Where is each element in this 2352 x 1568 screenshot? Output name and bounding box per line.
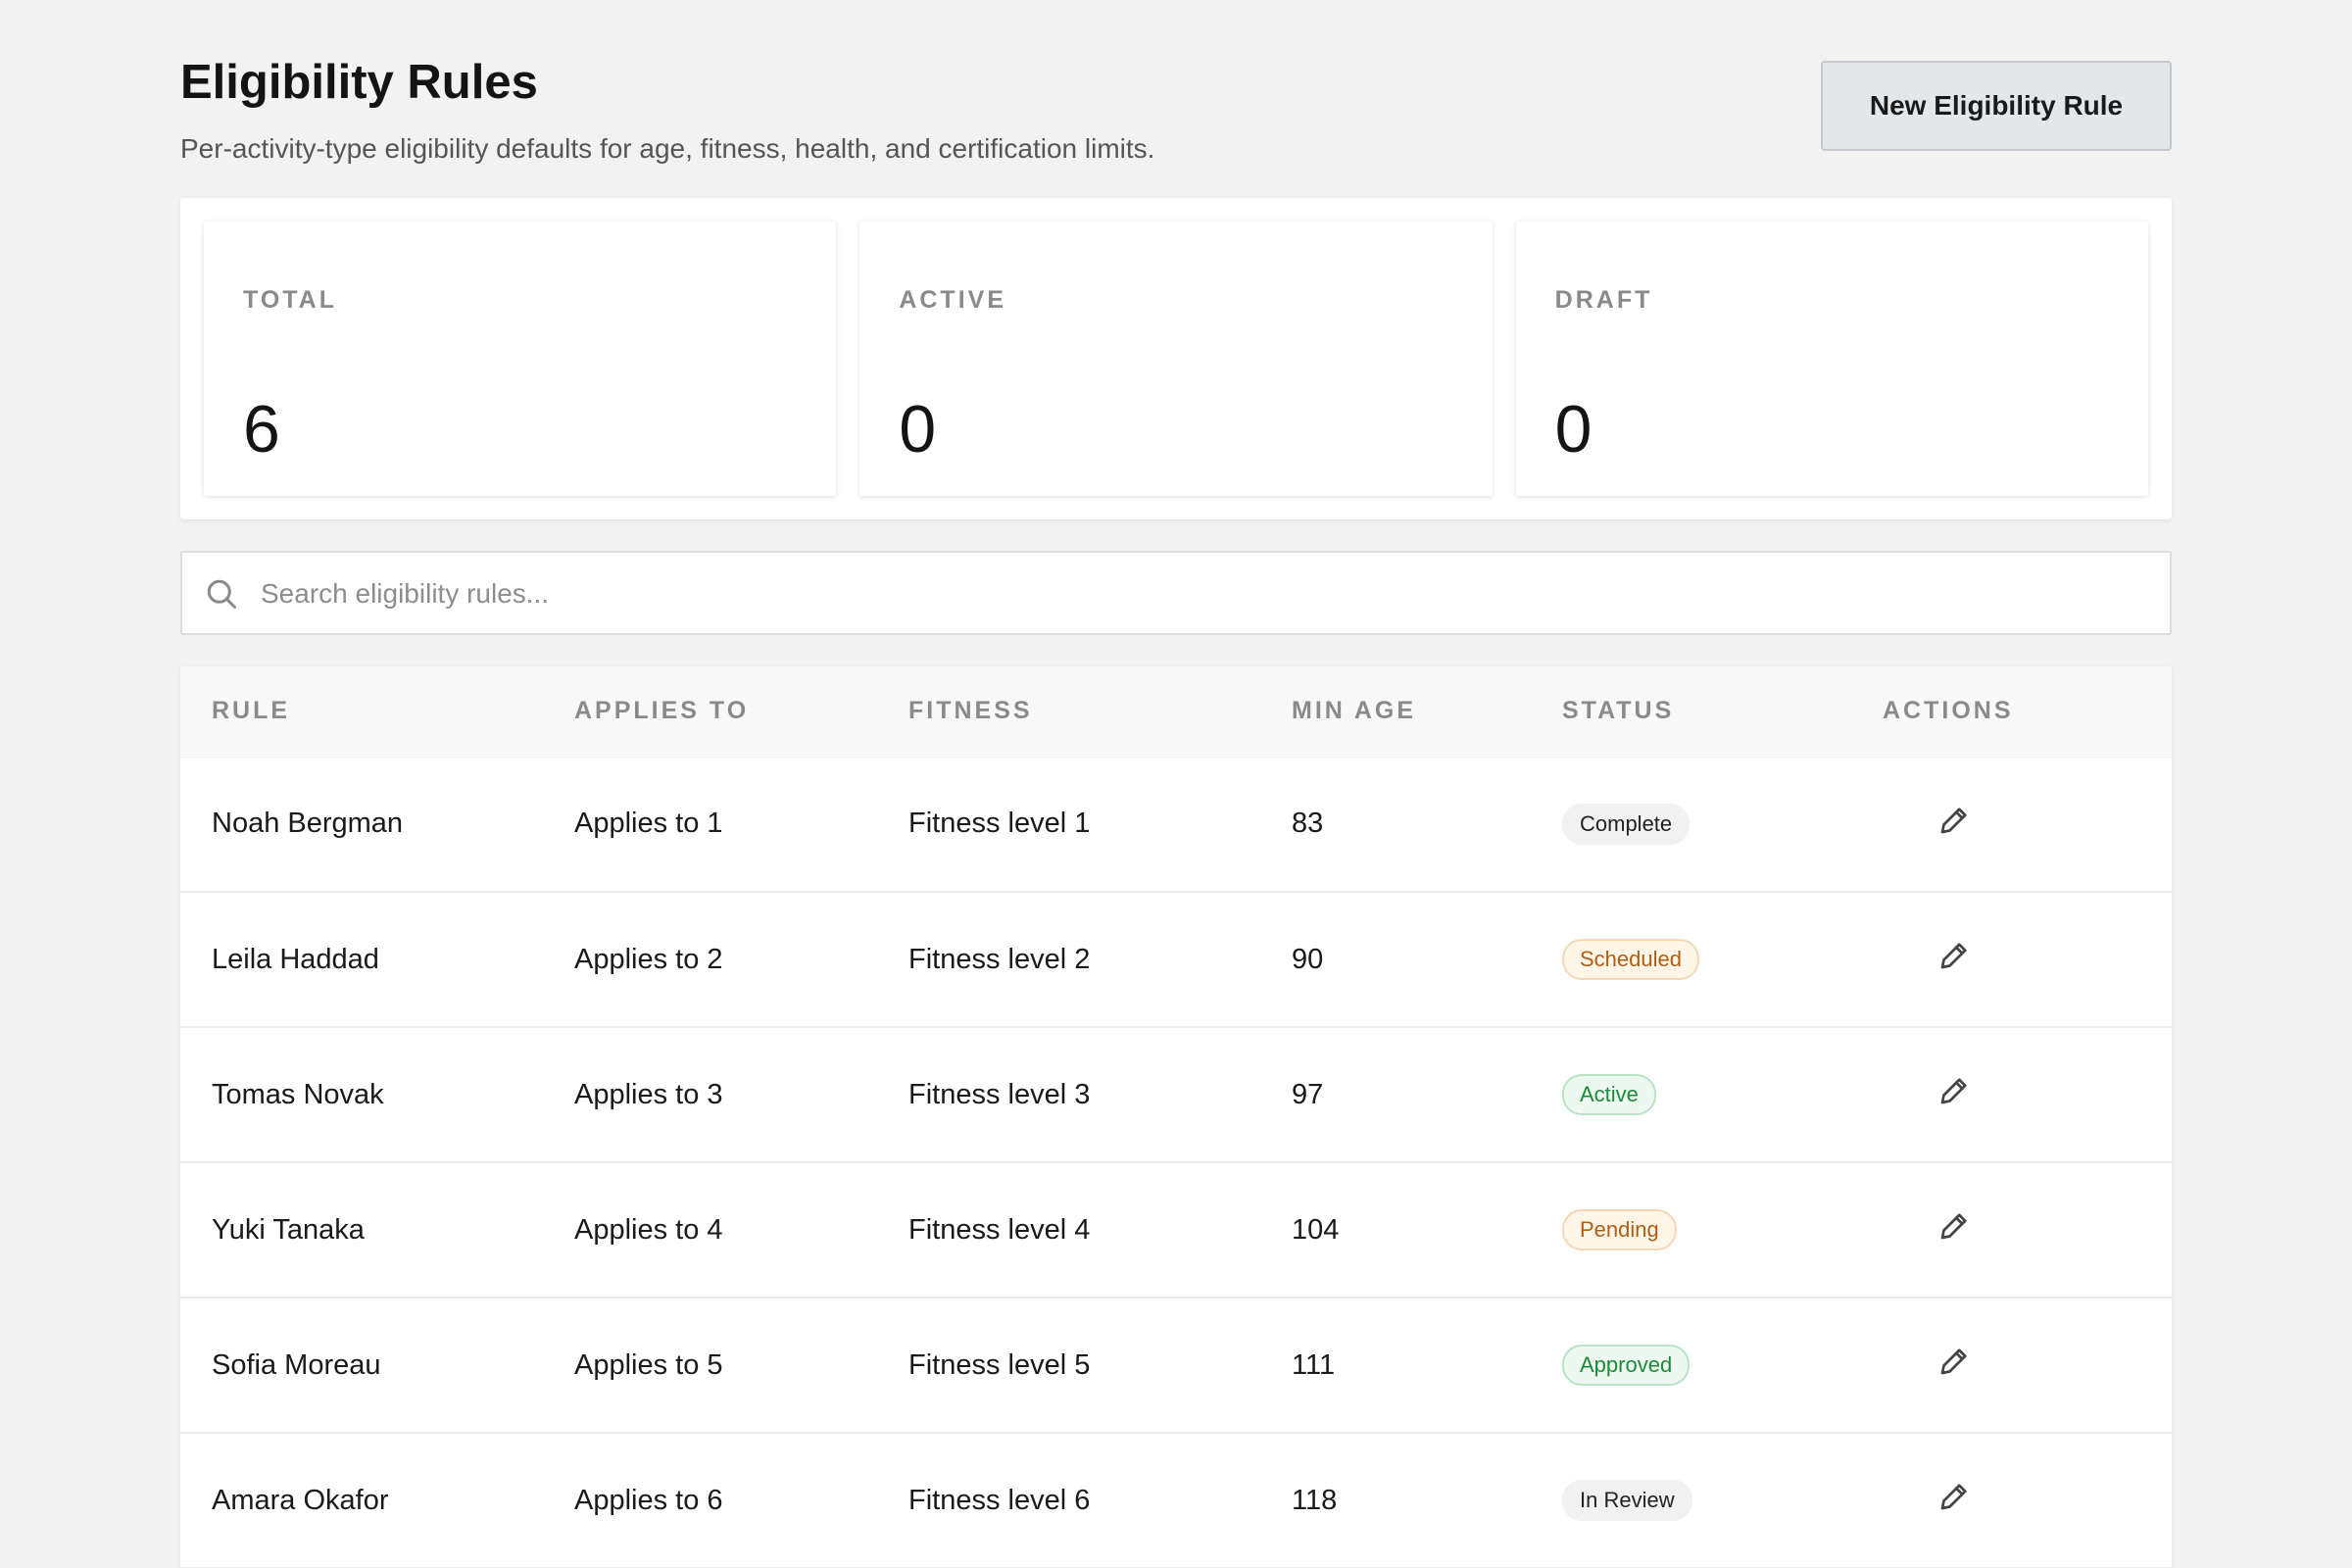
cell-min-age: 118 (1292, 1484, 1338, 1516)
cell-fitness: Fitness level 5 (908, 1348, 1091, 1381)
page-title: Eligibility Rules (180, 56, 538, 109)
cell-fitness: Fitness level 4 (908, 1213, 1091, 1246)
cell-rule: Yuki Tanaka (212, 1213, 365, 1246)
eligibility-rules-page: Eligibility Rules Per-activity-type elig… (0, 0, 2352, 1568)
cell-rule: Noah Bergman (212, 808, 404, 840)
table-row[interactable]: Sofia Moreau Applies to 5 Fitness level … (180, 1298, 2172, 1433)
column-header-rule[interactable]: RULE (180, 666, 574, 758)
table-row[interactable]: Tomas Novak Applies to 3 Fitness level 3… (180, 1027, 2172, 1162)
status-badge: Approved (1562, 1345, 1690, 1386)
pencil-icon[interactable] (1936, 1344, 1972, 1379)
table-row[interactable]: Noah Bergman Applies to 1 Fitness level … (180, 757, 2172, 892)
stat-label: ACTIVE (899, 286, 1007, 314)
status-badge: Pending (1562, 1209, 1677, 1250)
cell-min-age: 83 (1292, 808, 1324, 840)
stat-value: 6 (243, 392, 280, 466)
status-badge: Complete (1562, 803, 1690, 845)
cell-min-age: 111 (1292, 1348, 1336, 1381)
cell-rule: Sofia Moreau (212, 1348, 381, 1381)
stat-label: TOTAL (243, 286, 338, 314)
cell-min-age: 104 (1292, 1213, 1340, 1246)
new-eligibility-rule-button[interactable]: New Eligibility Rule (1821, 61, 2172, 151)
cell-rule: Amara Okafor (212, 1484, 389, 1516)
pencil-icon[interactable] (1936, 1479, 1972, 1514)
search-icon (207, 579, 236, 609)
pencil-icon[interactable] (1936, 1073, 1972, 1108)
stat-card-active: ACTIVE 0 (859, 221, 1493, 496)
cell-min-age: 97 (1292, 1078, 1324, 1110)
column-header-actions: ACTIONS (1883, 666, 2172, 758)
pencil-icon[interactable] (1936, 938, 1972, 973)
search-box (180, 551, 2172, 635)
column-header-status[interactable]: STATUS (1562, 666, 1883, 758)
pencil-icon[interactable] (1936, 803, 1972, 838)
page-header: Eligibility Rules Per-activity-type elig… (180, 51, 2172, 169)
cell-applies-to: Applies to 6 (574, 1484, 723, 1516)
cell-fitness: Fitness level 3 (908, 1078, 1091, 1110)
stat-value: 0 (899, 392, 937, 466)
stat-card-total: TOTAL 6 (204, 221, 837, 496)
status-badge: Scheduled (1562, 939, 1699, 980)
stat-value: 0 (1554, 392, 1592, 466)
column-header-applies-to[interactable]: APPLIES TO (574, 666, 908, 758)
cell-min-age: 90 (1292, 943, 1324, 975)
cell-applies-to: Applies to 4 (574, 1213, 723, 1246)
search-input[interactable] (259, 553, 2125, 635)
cell-rule: Tomas Novak (212, 1078, 384, 1110)
cell-applies-to: Applies to 1 (574, 808, 723, 840)
column-header-fitness[interactable]: FITNESS (908, 666, 1292, 758)
stat-card-draft: DRAFT 0 (1515, 221, 2148, 496)
status-badge: Active (1562, 1074, 1656, 1115)
eligibility-rules-table: RULE APPLIES TO FITNESS MIN AGE STATUS A… (180, 666, 2172, 1568)
cell-applies-to: Applies to 3 (574, 1078, 723, 1110)
table-header-row: RULE APPLIES TO FITNESS MIN AGE STATUS A… (180, 666, 2172, 758)
cell-fitness: Fitness level 6 (908, 1484, 1091, 1516)
table-row[interactable]: Leila Haddad Applies to 2 Fitness level … (180, 892, 2172, 1027)
table-row[interactable]: Yuki Tanaka Applies to 4 Fitness level 4… (180, 1162, 2172, 1298)
column-header-min-age[interactable]: MIN AGE (1292, 666, 1562, 758)
pencil-icon[interactable] (1936, 1208, 1972, 1244)
cell-fitness: Fitness level 1 (908, 808, 1091, 840)
cell-applies-to: Applies to 5 (574, 1348, 723, 1381)
cell-fitness: Fitness level 2 (908, 943, 1091, 975)
stat-label: DRAFT (1554, 286, 1653, 314)
cell-rule: Leila Haddad (212, 943, 379, 975)
table-row[interactable]: Amara Okafor Applies to 6 Fitness level … (180, 1433, 2172, 1568)
page-subtitle: Per-activity-type eligibility defaults f… (180, 133, 1155, 164)
status-badge: In Review (1562, 1480, 1692, 1521)
stats-panel: TOTAL 6 ACTIVE 0 DRAFT 0 (180, 198, 2172, 519)
cell-applies-to: Applies to 2 (574, 943, 723, 975)
